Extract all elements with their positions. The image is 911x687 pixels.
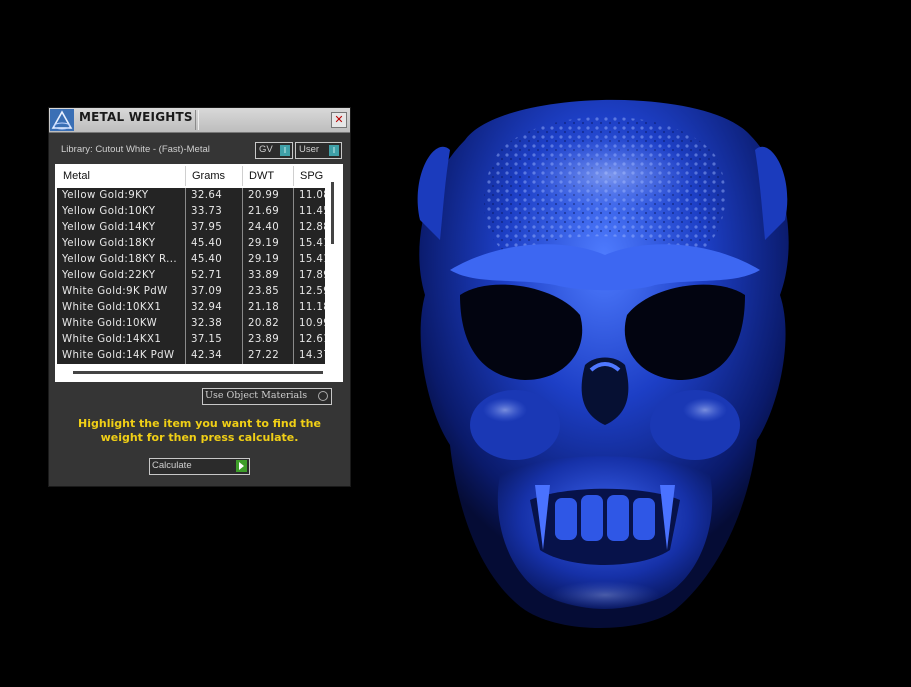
cell-spg: 12.59: [299, 286, 325, 297]
cell-spg: 11.18: [299, 302, 325, 313]
cell-metal: White Gold:10KW: [57, 316, 186, 332]
cell-dwt: 29.19: [243, 236, 294, 252]
cell-metal: Yellow Gold:10KY: [57, 204, 186, 220]
table-row[interactable]: White Gold:9K PdW37.0923.85 12.59: [57, 284, 325, 300]
cell-grams: 45.40: [186, 252, 243, 268]
cell-spg: 10.99: [299, 318, 325, 329]
user-toggle-label: User: [299, 144, 320, 155]
column-header-spg[interactable]: SPG: [294, 166, 334, 186]
table-row[interactable]: White Gold:10KW32.3820.82 10.99: [57, 316, 325, 332]
cell-dwt: 21.18: [243, 300, 294, 316]
title-separator: [195, 110, 199, 130]
table-row[interactable]: White Gold:14KX137.1523.89 12.61: [57, 332, 325, 348]
cell-grams: 42.34: [186, 348, 243, 364]
cell-metal: White Gold:14KX1: [57, 332, 186, 348]
panel-titlebar[interactable]: METAL WEIGHTS ✕: [49, 108, 350, 133]
gv-toggle-indicator: I: [280, 145, 290, 156]
cell-dwt: 20.99: [243, 188, 294, 204]
instruction-text: Highlight the item you want to find the …: [78, 417, 321, 444]
metal-weights-panel: METAL WEIGHTS ✕ Library: Cutout White - …: [48, 107, 351, 487]
user-toggle[interactable]: User I: [295, 142, 342, 159]
triangle-logo-icon: [50, 109, 74, 131]
metal-table: Metal Grams DWT SPG Yellow Gold:9KY 32.64…: [55, 164, 343, 382]
library-label: Library: Cutout White - (Fast)-Metal: [61, 144, 210, 155]
gv-toggle-label: GV: [259, 144, 273, 155]
use-object-materials-label: Use Object Materials: [205, 390, 308, 401]
cell-metal: Yellow Gold:14KY: [57, 220, 186, 236]
cell-dwt: 21.69: [243, 204, 294, 220]
cell-grams: 32.64: [186, 188, 243, 204]
cell-grams: 32.38: [186, 316, 243, 332]
column-header-grams[interactable]: Grams: [186, 166, 243, 186]
table-row[interactable]: Yellow Gold:22KY52.7133.89 17.89: [57, 268, 325, 284]
cell-spg: 11.08: [299, 190, 325, 201]
table-row[interactable]: Yellow Gold:14KY37.9524.40 12.88: [57, 220, 325, 236]
cell-metal: White Gold:9K PdW: [57, 284, 186, 300]
cell-spg: 15.41: [299, 254, 325, 265]
cell-grams: 37.15: [186, 332, 243, 348]
cell-grams: 37.09: [186, 284, 243, 300]
cell-grams: 45.40: [186, 236, 243, 252]
cell-metal: Yellow Gold:18KY R...: [57, 252, 186, 268]
cell-grams: 32.94: [186, 300, 243, 316]
cell-spg: 15.41: [299, 238, 325, 249]
table-header: Metal Grams DWT SPG: [57, 166, 325, 186]
radio-icon: [318, 391, 328, 401]
cell-spg: 11.45: [299, 206, 325, 217]
cell-grams: 37.95: [186, 220, 243, 236]
calculate-button[interactable]: Calculate: [149, 458, 250, 475]
cell-dwt: 33.89: [243, 268, 294, 284]
column-header-metal[interactable]: Metal: [57, 166, 186, 186]
cell-metal: White Gold:10KX1: [57, 300, 186, 316]
cell-spg: 14.37: [299, 350, 325, 361]
vertical-scrollbar[interactable]: [331, 182, 334, 244]
cell-metal: Yellow Gold:18KY: [57, 236, 186, 252]
calculate-label: Calculate: [152, 460, 192, 471]
table-row[interactable]: Yellow Gold:9KY32.6420.99 11.08: [57, 188, 325, 204]
table-rows: Yellow Gold:9KY32.6420.9911.08Yellow Gol…: [57, 188, 325, 364]
horizontal-scrollbar[interactable]: [73, 371, 323, 374]
table-row[interactable]: Yellow Gold:10KY33.7321.69 11.45: [57, 204, 325, 220]
cell-metal: Yellow Gold:22KY: [57, 268, 186, 284]
cell-grams: 52.71: [186, 268, 243, 284]
cell-grams: 33.73: [186, 204, 243, 220]
cell-dwt: 20.82: [243, 316, 294, 332]
close-icon[interactable]: ✕: [331, 112, 347, 128]
cell-dwt: 29.19: [243, 252, 294, 268]
use-object-materials-toggle[interactable]: Use Object Materials: [202, 388, 332, 405]
user-toggle-indicator: I: [329, 145, 339, 156]
skull-model[interactable]: [405, 80, 800, 640]
panel-title: METAL WEIGHTS: [79, 110, 193, 124]
table-row[interactable]: Yellow Gold:18KY R...45.4029.19 15.41: [57, 252, 325, 268]
cell-metal: Yellow Gold:9KY: [57, 188, 186, 204]
cell-spg: 12.61: [299, 334, 325, 345]
gv-toggle[interactable]: GV I: [255, 142, 293, 159]
cell-dwt: 23.89: [243, 332, 294, 348]
table-row[interactable]: White Gold:10KX132.9421.18 11.18: [57, 300, 325, 316]
cell-metal: White Gold:14K PdW: [57, 348, 186, 364]
cell-dwt: 27.22: [243, 348, 294, 364]
table-row[interactable]: White Gold:14K PdW42.3427.22 14.37: [57, 348, 325, 364]
play-arrow-icon: [236, 460, 247, 472]
column-header-dwt[interactable]: DWT: [243, 166, 294, 186]
table-row[interactable]: Yellow Gold:18KY45.4029.19 15.41: [57, 236, 325, 252]
cell-dwt: 24.40: [243, 220, 294, 236]
cell-spg: 12.88: [299, 222, 325, 233]
cell-dwt: 23.85: [243, 284, 294, 300]
cell-spg: 17.89: [299, 270, 325, 281]
